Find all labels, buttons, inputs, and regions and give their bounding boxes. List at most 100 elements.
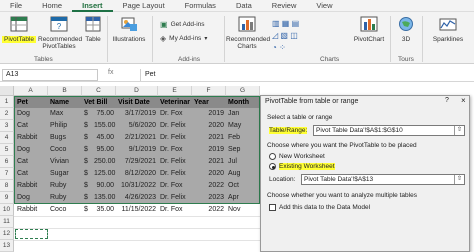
- cell-currency[interactable]: $: [82, 132, 92, 144]
- line-chart-icon[interactable]: ◿: [272, 31, 278, 40]
- waterfall-chart-icon[interactable]: ▤: [292, 19, 300, 28]
- tab-formulas[interactable]: Formulas: [175, 0, 226, 12]
- tab-page-layout[interactable]: Page Layout: [113, 0, 175, 12]
- get-addins-button[interactable]: ▣ Get Add-ins: [160, 20, 205, 29]
- combo-chart-icon[interactable]: ◫: [290, 31, 298, 40]
- row-header[interactable]: 13: [0, 240, 14, 252]
- fx-icon[interactable]: fx: [108, 69, 113, 76]
- cell-veterinarian[interactable]: Dr. Fox: [158, 144, 192, 156]
- cell-visit-date[interactable]: 10/31/2022: [116, 180, 158, 192]
- cell-name[interactable]: Vivian: [48, 156, 82, 168]
- cell-vet-bill[interactable]: 75.00: [92, 108, 116, 120]
- cell-month[interactable]: Jan: [226, 108, 259, 120]
- pie-chart-icon[interactable]: ◔: [272, 43, 277, 52]
- header-cell-year[interactable]: Year: [192, 97, 226, 108]
- cell-year[interactable]: 2022: [192, 180, 226, 192]
- row-header[interactable]: 6: [0, 156, 14, 168]
- cell-veterinarian[interactable]: Dr. Fox: [158, 204, 192, 216]
- cell-name[interactable]: Ruby: [48, 180, 82, 192]
- 3d-map-button[interactable]: 3D: [394, 16, 418, 43]
- cell-veterinarian[interactable]: Dr. Felix: [158, 192, 192, 204]
- column-header-a[interactable]: A: [14, 86, 48, 96]
- illustrations-button[interactable]: Illustrations: [110, 16, 148, 43]
- help-icon[interactable]: ?: [445, 97, 449, 104]
- cell-visit-date[interactable]: 8/12/2020: [116, 168, 158, 180]
- cell-month[interactable]: Sep: [226, 144, 259, 156]
- scatter-chart-icon[interactable]: ⁘: [279, 43, 286, 52]
- tab-home[interactable]: Home: [32, 0, 72, 12]
- row-header[interactable]: 7: [0, 168, 14, 180]
- cell-veterinarian[interactable]: Dr. Felix: [158, 156, 192, 168]
- cell-year[interactable]: 2022: [192, 204, 226, 216]
- cell-vet-bill[interactable]: 135.00: [92, 192, 116, 204]
- cell-year[interactable]: 2021: [192, 132, 226, 144]
- row-header[interactable]: 9: [0, 192, 14, 204]
- cell-vet-bill[interactable]: 250.00: [92, 156, 116, 168]
- table-button[interactable]: Table: [82, 16, 104, 43]
- new-worksheet-radio[interactable]: [269, 153, 276, 160]
- cell-pet[interactable]: Rabbit: [15, 204, 48, 216]
- cell-currency[interactable]: $: [82, 192, 92, 204]
- statistic-chart-icon[interactable]: ▧: [280, 31, 288, 40]
- cell-name[interactable]: Bugs: [48, 132, 82, 144]
- cell-year[interactable]: 2019: [192, 144, 226, 156]
- cell-currency[interactable]: $: [82, 156, 92, 168]
- cell-visit-date[interactable]: 11/15/2022: [116, 204, 158, 216]
- cell-name[interactable]: Philip: [48, 120, 82, 132]
- target-cell-a13[interactable]: [15, 229, 48, 239]
- tab-view[interactable]: View: [306, 0, 342, 12]
- cell-currency[interactable]: $: [82, 180, 92, 192]
- cell-currency[interactable]: $: [82, 120, 92, 132]
- cell-name[interactable]: Max: [48, 108, 82, 120]
- cell-month[interactable]: Jul: [226, 156, 259, 168]
- cell-pet[interactable]: Cat: [15, 156, 48, 168]
- header-cell-veterinarian[interactable]: Veterinar: [158, 97, 192, 108]
- cell-pet[interactable]: Dog: [15, 108, 48, 120]
- cell-name[interactable]: Sugar: [48, 168, 82, 180]
- tab-review[interactable]: Review: [262, 0, 307, 12]
- sparklines-button[interactable]: Sparklines: [426, 16, 470, 43]
- data-model-checkbox[interactable]: [269, 204, 276, 211]
- tab-file[interactable]: File: [0, 0, 32, 12]
- cell-visit-date[interactable]: 9/1/2019: [116, 144, 158, 156]
- cell-visit-date[interactable]: 4/26/2023: [116, 192, 158, 204]
- existing-worksheet-radio[interactable]: [269, 163, 276, 170]
- cell-pet[interactable]: Cat: [15, 120, 48, 132]
- cell-visit-date[interactable]: 5/6/2020: [116, 120, 158, 132]
- cell-year[interactable]: 2021: [192, 156, 226, 168]
- column-chart-icon[interactable]: ▥: [272, 19, 280, 28]
- select-all-corner[interactable]: [0, 86, 14, 96]
- header-cell-pet[interactable]: Pet: [15, 97, 48, 108]
- cell-veterinarian[interactable]: Dr. Felix: [158, 168, 192, 180]
- pivottable-button[interactable]: PivotTable: [2, 16, 36, 43]
- cell-year[interactable]: 2020: [192, 168, 226, 180]
- cell-name[interactable]: Ruby: [48, 192, 82, 204]
- name-box[interactable]: A13: [2, 69, 98, 81]
- cell-visit-date[interactable]: 3/17/2019: [116, 108, 158, 120]
- header-cell-name[interactable]: Name: [48, 97, 82, 108]
- column-header-f[interactable]: F: [192, 86, 226, 96]
- cell-pet[interactable]: Dog: [15, 192, 48, 204]
- cell-currency[interactable]: $: [82, 204, 92, 216]
- cell-month[interactable]: Aug: [226, 168, 259, 180]
- cell-vet-bill[interactable]: 45.00: [92, 132, 116, 144]
- close-icon[interactable]: ×: [461, 96, 466, 105]
- row-header[interactable]: 12: [0, 228, 14, 240]
- cell-currency[interactable]: $: [82, 144, 92, 156]
- cell-vet-bill[interactable]: 90.00: [92, 180, 116, 192]
- header-cell-month[interactable]: Month: [226, 97, 259, 108]
- column-header-e[interactable]: E: [158, 86, 192, 96]
- location-input[interactable]: Pivot Table Data'!$A$13 ⇧: [301, 174, 465, 185]
- cell-currency[interactable]: $: [82, 168, 92, 180]
- tab-data[interactable]: Data: [226, 0, 262, 12]
- pivotchart-button[interactable]: PivotChart: [352, 16, 386, 43]
- column-header-c[interactable]: C: [82, 86, 116, 96]
- row-header[interactable]: 5: [0, 144, 14, 156]
- range-selector-icon[interactable]: ⇧: [454, 175, 464, 184]
- column-header-d[interactable]: D: [116, 86, 158, 96]
- row-header[interactable]: 1: [0, 96, 14, 108]
- row-header[interactable]: 8: [0, 180, 14, 192]
- cell-pet[interactable]: Dog: [15, 144, 48, 156]
- cell-veterinarian[interactable]: Dr. Fox: [158, 108, 192, 120]
- cell-year[interactable]: 2020: [192, 120, 226, 132]
